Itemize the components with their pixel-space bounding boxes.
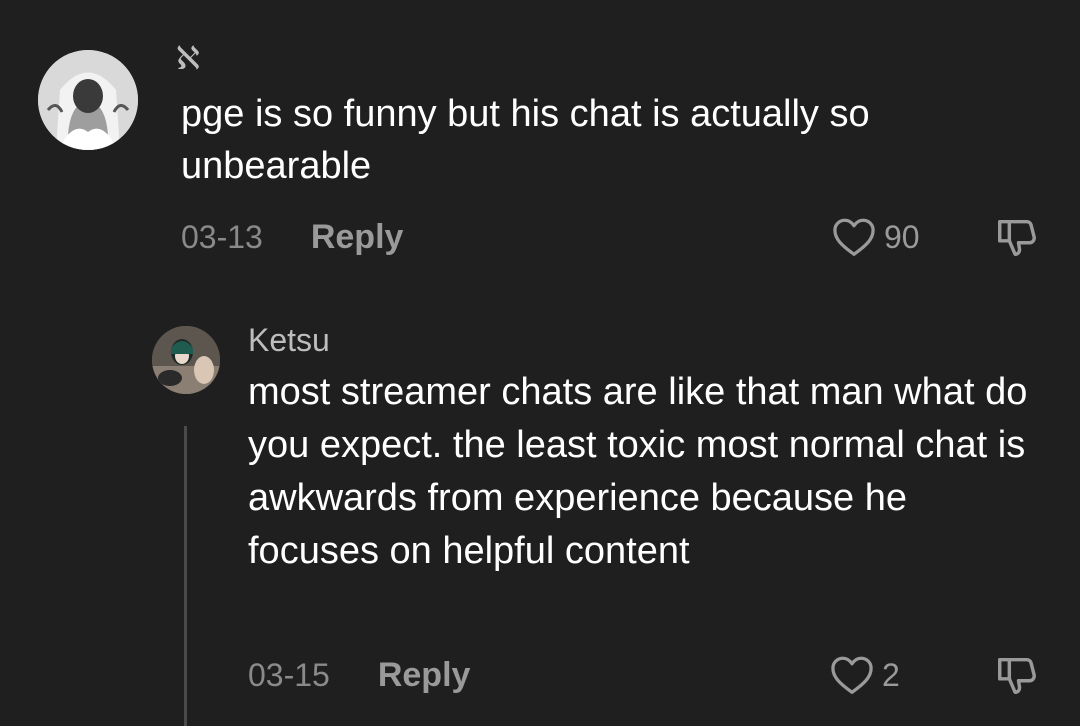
- reply-button[interactable]: Reply: [378, 656, 471, 695]
- like-count: 90: [884, 218, 920, 255]
- reply-button[interactable]: Reply: [311, 218, 404, 257]
- thumbs-down-outline-icon[interactable]: [994, 214, 1040, 260]
- like-button[interactable]: 90: [832, 214, 920, 260]
- like-button[interactable]: 2: [830, 652, 900, 698]
- reply-date: 03-15: [248, 656, 330, 693]
- thumbs-down-outline-icon[interactable]: [994, 652, 1040, 698]
- heart-outline-icon[interactable]: [832, 217, 876, 257]
- comment-text: pge is so funny but his chat is actually…: [181, 93, 870, 187]
- reply-meta: 03-15 Reply: [248, 652, 470, 698]
- heart-outline-icon[interactable]: [830, 655, 874, 695]
- comment-date: 03-13: [181, 218, 263, 255]
- comments-panel: ℵ pge is so funny but his chat is actual…: [0, 0, 1080, 726]
- thread-line: [184, 426, 187, 726]
- commenter-avatar[interactable]: [38, 50, 138, 150]
- reply-username[interactable]: Ketsu: [248, 320, 330, 360]
- comment-meta: 03-13 Reply: [181, 214, 403, 260]
- reply-avatar[interactable]: [152, 326, 220, 394]
- like-count: 2: [882, 656, 900, 693]
- reply-text: most streamer chats are like that man wh…: [248, 371, 1028, 572]
- commenter-username[interactable]: ℵ: [176, 38, 200, 78]
